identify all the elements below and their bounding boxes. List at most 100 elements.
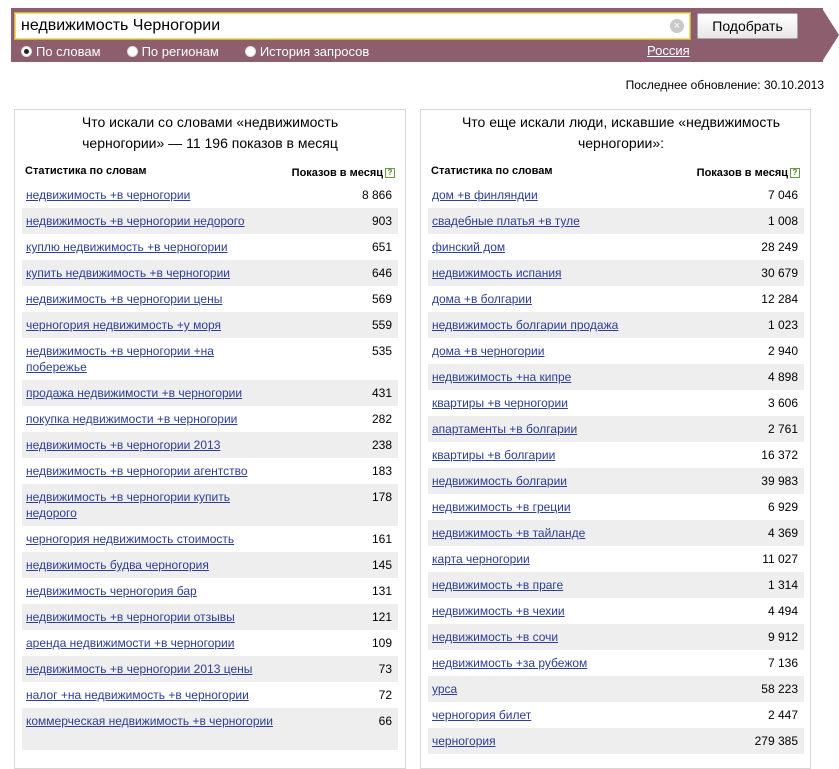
keyword-link[interactable]: дома +в болгарии [432,291,682,307]
impressions-count: 6 929 [767,500,798,514]
keyword-link[interactable]: недвижимость +в черногории +на побережье [26,343,276,375]
table-row: урса 58 223 [428,676,804,702]
keyword-link[interactable]: недвижимость +в черногории недорого [26,213,276,229]
impressions-count: 2 447 [767,708,798,722]
keyword-link[interactable]: черногория недвижимость +у моря [26,317,276,333]
table-row: недвижимость +в черногории +на побережье… [22,338,398,380]
keyword-link[interactable]: недвижимость +за рубежом [432,655,682,671]
radio-icon[interactable] [244,45,256,57]
impressions-count: 145 [371,558,392,572]
mode-by-regions[interactable]: По регионам [126,43,219,59]
mode-query-history[interactable]: История запросов [244,43,369,59]
keyword-link[interactable]: недвижимость +в черногории купить недоро… [26,489,276,521]
impressions-count: 121 [371,610,392,624]
impressions-count: 431 [371,386,392,400]
keyword-link[interactable]: квартиры +в черногории [432,395,682,411]
table-row: квартиры +в черногории 3 606 [428,390,804,416]
keyword-link[interactable]: недвижимость +в тайланде [432,525,682,541]
keyword-link[interactable]: финский дом [432,239,682,255]
impressions-count: 646 [371,266,392,280]
keyword-link[interactable]: урса [432,681,682,697]
table-row: недвижимость +в черногории отзывы 121 [22,604,398,630]
keyword-link[interactable]: квартиры +в болгарии [432,447,682,463]
keyword-link[interactable]: аренда недвижимости +в черногории [26,635,276,651]
keyword-link[interactable]: черногория билет [432,707,682,723]
mode-label: По регионам [141,43,219,59]
keyword-link[interactable]: недвижимость болгарии [432,473,682,489]
table-row: недвижимость +в черногории 2013 цены 73 [22,656,398,682]
search-box: × [14,12,691,40]
keyword-link[interactable]: недвижимость будва черногория [26,557,276,573]
impressions-count: 131 [371,584,392,598]
keyword-link[interactable]: недвижимость +в праге [432,577,682,593]
keyword-link[interactable]: недвижимость испания [432,265,682,281]
column-header-keyword: Статистика по словам [25,165,147,177]
help-icon[interactable]: ? [385,168,395,178]
keyword-link[interactable]: дом +в финляндии [432,187,682,203]
impressions-count: 72 [378,688,392,702]
search-band-arrow [798,8,839,62]
keyword-link[interactable]: недвижимость +в черногории [26,187,276,203]
table-row: куплю недвижимость +в черногории 651 [22,234,398,260]
impressions-count: 30 679 [761,266,798,280]
keyword-link[interactable]: коммерческая недвижимость +в черногории [26,713,276,729]
keyword-link[interactable]: недвижимость +в черногории цены [26,291,276,307]
impressions-count: 7 136 [767,656,798,670]
submit-button[interactable]: Подобрать [697,13,798,39]
keyword-link[interactable]: недвижимость +в черногории агентство [26,463,276,479]
table-row: апартаменты +в болгарии 2 761 [428,416,804,442]
table-row: аренда недвижимости +в черногории 109 [22,630,398,656]
impressions-count: 16 372 [761,448,798,462]
table-row: недвижимость +в черногории недорого 903 [22,208,398,234]
keyword-link[interactable]: свадебные платья +в туле [432,213,682,229]
keyword-link[interactable]: недвижимость +в черногории 2013 [26,437,276,453]
impressions-count: 9 912 [767,630,798,644]
impressions-count: 1 314 [767,578,798,592]
keyword-link[interactable]: налог +на недвижимость +в черногории [26,687,276,703]
keyword-link[interactable]: черногория недвижимость стоимость [26,531,276,547]
table-row: налог +на недвижимость +в черногории 72 [22,682,398,708]
keyword-link[interactable]: недвижимость +в сочи [432,629,682,645]
table-row: недвижимость болгарии 39 983 [428,468,804,494]
keyword-link[interactable]: недвижимость +в черногории отзывы [26,609,276,625]
table-row: недвижимость +в чехии 4 494 [428,598,804,624]
keyword-link[interactable]: покупка недвижимости +в черногории [26,411,276,427]
search-input[interactable] [19,15,659,37]
help-icon[interactable]: ? [790,168,800,178]
keyword-link[interactable]: недвижимость черногория бар [26,583,276,599]
impressions-count: 4 494 [767,604,798,618]
keyword-link[interactable]: куплю недвижимость +в черногории [26,239,276,255]
keyword-link[interactable]: недвижимость +в чехии [432,603,682,619]
impressions-count: 2 761 [767,422,798,436]
clear-icon[interactable]: × [670,19,684,33]
table-row: недвижимость +в праге 1 314 [428,572,804,598]
keyword-link[interactable]: недвижимость +в черногории 2013 цены [26,661,276,677]
keyword-link[interactable]: продажа недвижимости +в черногории [26,385,276,401]
impressions-count: 282 [371,412,392,426]
last-update-text: Последнее обновление: 30.10.2013 [625,78,824,92]
impressions-count: 28 249 [761,240,798,254]
keyword-link[interactable]: купить недвижимость +в черногории [26,265,276,281]
keyword-link[interactable]: черногория [432,733,682,749]
table-row: недвижимость +в черногории агентство 183 [22,458,398,484]
keyword-link[interactable]: апартаменты +в болгарии [432,421,682,437]
table-row: купить недвижимость +в черногории 646 [22,260,398,286]
column-header-keyword: Статистика по словам [431,165,553,177]
keyword-link[interactable]: недвижимость +на кипре [432,369,682,385]
impressions-count: 238 [371,438,392,452]
region-link[interactable]: Россия [647,43,690,58]
radio-icon-selected[interactable] [21,45,32,57]
impressions-count: 279 385 [754,734,798,748]
table-row: недвижимость будва черногория 145 [22,552,398,578]
impressions-count: 4 898 [767,370,798,384]
keyword-link[interactable]: недвижимость +в греции [432,499,682,515]
mode-by-words[interactable]: По словам [21,43,101,59]
table-row: черногория билет 2 447 [428,702,804,728]
keyword-link[interactable]: карта черногории [432,551,682,567]
keyword-link[interactable]: дома +в черногории [432,343,682,359]
table-row: недвижимость +в сочи 9 912 [428,624,804,650]
keyword-table: недвижимость +в черногории 8 866 недвижимо… [22,182,398,750]
keyword-link[interactable]: недвижимость болгарии продажа [432,317,682,333]
column-header-impressions: Показов в месяц ? [697,165,800,181]
radio-icon[interactable] [126,45,138,57]
